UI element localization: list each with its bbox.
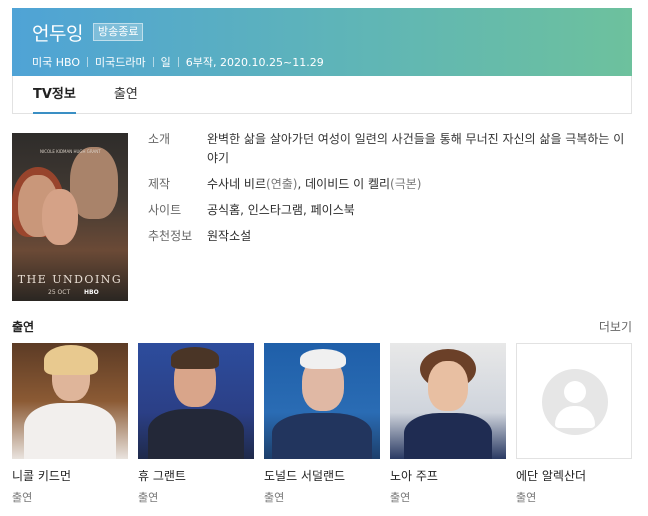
cast-card[interactable]: 니콜 키드먼 출연 — [12, 343, 128, 505]
poster-figure — [42, 189, 78, 245]
site-link-official[interactable]: 공식홈 — [207, 203, 240, 217]
synopsis-text: 완벽한 삶을 살아가던 여성이 일련의 사건들을 통해 무너진 자신의 삶을 극… — [207, 132, 625, 165]
tab-cast[interactable]: 출연 — [114, 76, 138, 113]
cast-photo[interactable] — [264, 343, 380, 459]
program-meta: 미국 HBO 미국드라마 일 6부작, 2020.10.25~11.29 — [32, 54, 612, 70]
user-avatar-icon — [542, 369, 608, 435]
meta-network: 미국 HBO — [32, 56, 81, 69]
info-label: 소개 — [148, 132, 171, 146]
info-row-synopsis: 소개 완벽한 삶을 살아가던 여성이 일련의 사건들을 통해 무너진 자신의 삶… — [148, 130, 628, 168]
info-row-recommend: 추천정보 원작소설 — [148, 227, 628, 246]
more-link[interactable]: 더보기 — [599, 318, 632, 335]
cast-role: 출연 — [12, 491, 33, 504]
program-header: 언두잉 방송종료 미국 HBO 미국드라마 일 6부작, 2020.10.25~… — [12, 8, 632, 76]
cast-section-header: 출연 더보기 — [12, 318, 632, 336]
director-link[interactable]: 수사네 비르 — [207, 177, 266, 191]
cast-role: 출연 — [516, 491, 537, 504]
meta-genre: 미국드라마 — [95, 56, 146, 69]
poster-cast-text: NICOLE KIDMAN HUGH GRANT — [40, 149, 101, 154]
cast-photo[interactable] — [390, 343, 506, 459]
cast-photo[interactable] — [12, 343, 128, 459]
meta-episodes: 6부작, 2020.10.25~11.29 — [185, 56, 324, 69]
poster-title: THE UNDOING — [17, 273, 123, 286]
tab-bar: TV정보 출연 — [12, 76, 632, 114]
poster-date: 25 OCT — [48, 289, 71, 296]
writer-role: (극본) — [390, 177, 422, 191]
cast-role: 출연 — [390, 491, 411, 504]
cast-photo[interactable] — [138, 343, 254, 459]
cast-name[interactable]: 니콜 키드먼 — [12, 467, 128, 484]
info-row-sites: 사이트 공식홈, 인스타그램, 페이스북 — [148, 201, 628, 220]
cast-role: 출연 — [264, 491, 285, 504]
cast-section-title: 출연 — [12, 320, 35, 334]
poster-network-logo: HBO — [84, 289, 99, 296]
info-row-production: 제작 수사네 비르(연출), 데이비드 이 켈리(극본) — [148, 175, 628, 194]
status-badge: 방송종료 — [92, 23, 144, 41]
program-info: 소개 완벽한 삶을 살아가던 여성이 일련의 사건들을 통해 무너진 자신의 삶… — [148, 130, 628, 253]
cast-card[interactable]: 에단 알렉산더 출연 — [516, 343, 632, 505]
director-role: (연출) — [266, 177, 298, 191]
program-title[interactable]: 언두잉 — [32, 19, 83, 46]
info-label: 추천정보 — [148, 229, 193, 243]
cast-name[interactable]: 도널드 서덜랜드 — [264, 467, 380, 484]
cast-name[interactable]: 휴 그랜트 — [138, 467, 254, 484]
site-link-facebook[interactable]: 페이스북 — [311, 203, 355, 217]
cast-card[interactable]: 노아 주프 출연 — [390, 343, 506, 505]
site-link-instagram[interactable]: 인스타그램 — [248, 203, 303, 217]
writer-link[interactable]: 데이비드 이 켈리 — [305, 177, 390, 191]
info-label: 제작 — [148, 177, 171, 191]
meta-divider — [177, 57, 179, 67]
meta-divider — [87, 57, 89, 67]
cast-name[interactable]: 에단 알렉산더 — [516, 467, 632, 484]
meta-airday: 일 — [160, 56, 171, 69]
cast-card[interactable]: 휴 그랜트 출연 — [138, 343, 254, 505]
cast-role: 출연 — [138, 491, 159, 504]
poster-image[interactable]: NICOLE KIDMAN HUGH GRANT THE UNDOING 25 … — [12, 133, 128, 301]
cast-list: 니콜 키드먼 출연 휴 그랜트 출연 도널드 서덜랜드 출연 노아 주프 출연 — [12, 343, 632, 508]
tab-tv-info[interactable]: TV정보 — [33, 76, 76, 114]
cast-photo-placeholder[interactable] — [516, 343, 632, 459]
info-label: 사이트 — [148, 203, 182, 217]
recommend-link[interactable]: 원작소설 — [207, 229, 251, 243]
meta-divider — [152, 57, 154, 67]
cast-name[interactable]: 노아 주프 — [390, 467, 506, 484]
cast-card[interactable]: 도널드 서덜랜드 출연 — [264, 343, 380, 505]
